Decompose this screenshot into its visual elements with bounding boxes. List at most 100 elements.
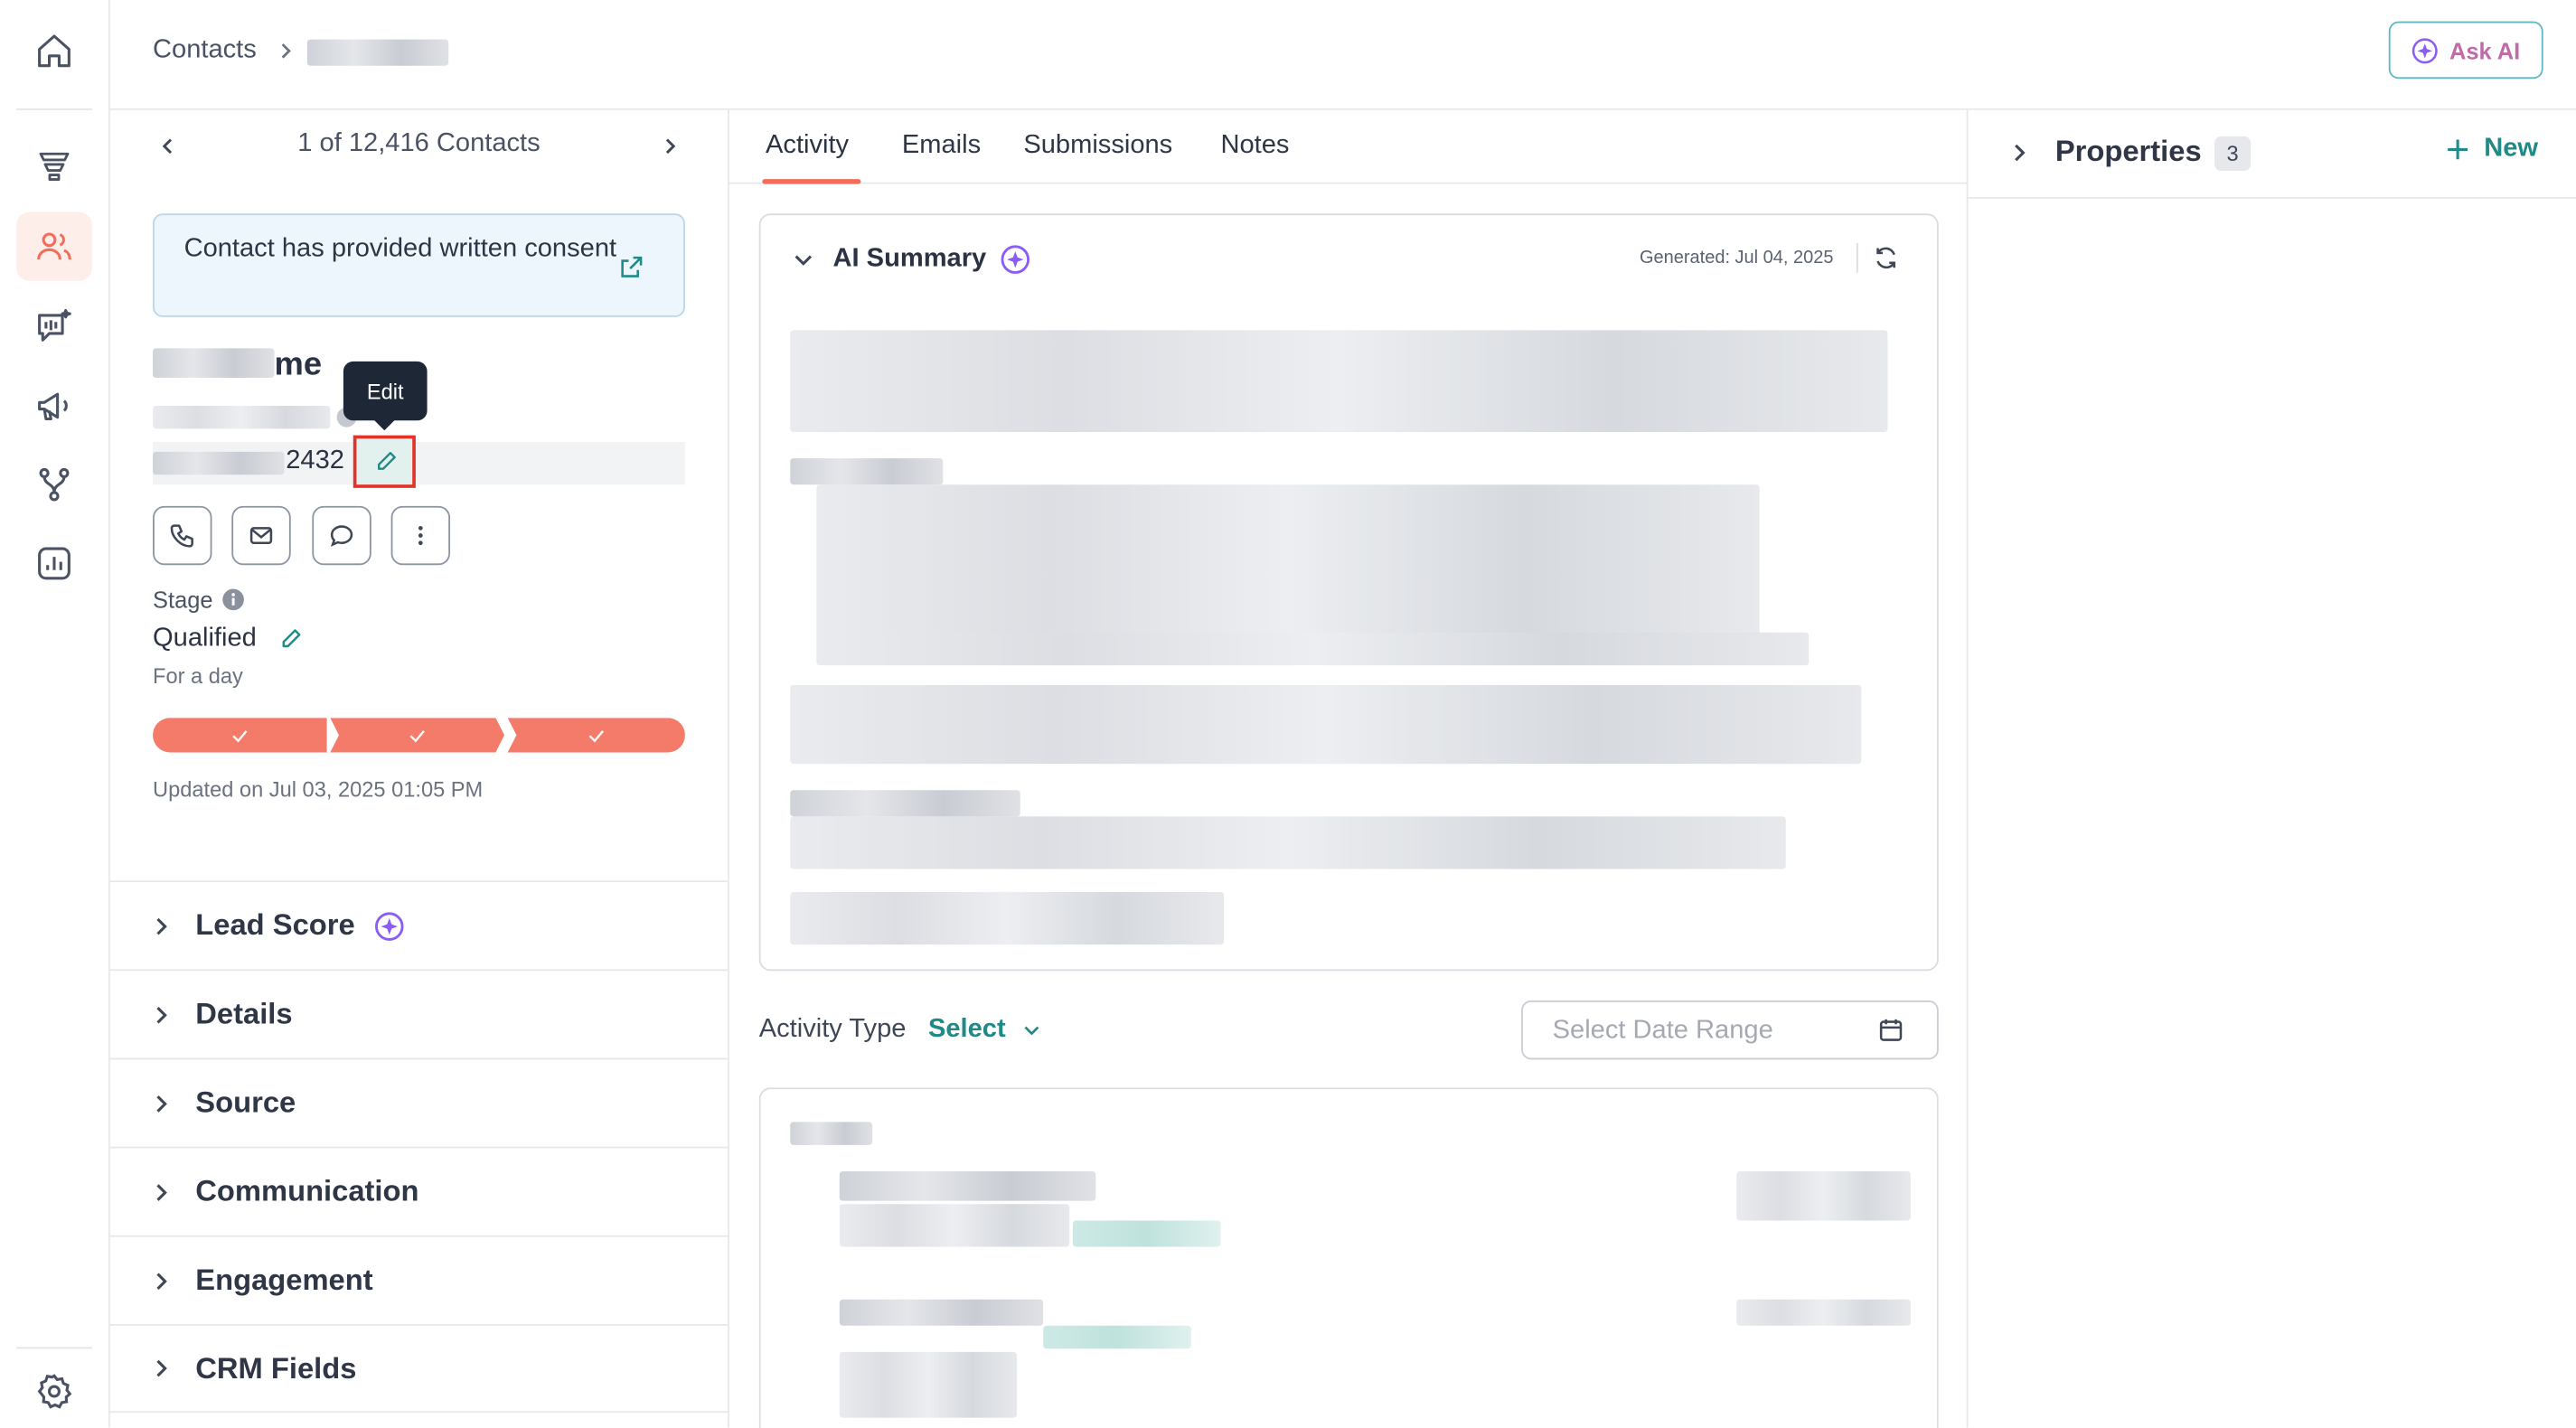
contact-phone-suffix: 2432 [286, 446, 344, 475]
new-property-label: New [2484, 135, 2539, 163]
section-communication[interactable]: Communication [109, 1146, 729, 1235]
check-icon [409, 729, 425, 742]
activity-item-tag-redacted [1072, 1220, 1221, 1247]
ai-sparkle-icon [1001, 245, 1030, 275]
funnel-icon[interactable] [16, 131, 92, 200]
refresh-icon[interactable] [1873, 245, 1899, 271]
date-range-input[interactable]: Select Date Range [1521, 1000, 1939, 1060]
stage-label: Stage [153, 586, 213, 613]
chevron-right-icon [149, 1357, 179, 1379]
edit-tooltip: Edit [343, 361, 428, 421]
chevron-right-icon [149, 914, 179, 936]
megaphone-icon[interactable] [16, 371, 92, 440]
ai-sparkle-icon [2411, 37, 2438, 63]
contact-counter: 1 of 12,416 Contacts [297, 129, 541, 158]
reports-icon[interactable] [16, 529, 92, 597]
ai-sparkle-icon [374, 911, 404, 941]
chevron-right-icon [149, 1003, 179, 1026]
conversations-ai-icon[interactable] [16, 293, 92, 362]
section-label: Communication [195, 1174, 419, 1207]
calendar-icon [1878, 1017, 1904, 1043]
ai-summary-text-redacted [790, 330, 1888, 433]
plus-icon [2445, 136, 2471, 163]
activity-item-text-redacted [839, 1204, 1070, 1247]
section-label: CRM Fields [195, 1350, 357, 1385]
external-link-icon[interactable] [619, 255, 644, 279]
activity-item-title-redacted [839, 1170, 1096, 1201]
edit-phone-button[interactable] [353, 435, 416, 488]
stage-progress-step-2 [330, 718, 505, 753]
top-header: Contacts Ask AI [109, 0, 2576, 110]
section-label: Source [195, 1085, 296, 1119]
mail-icon [248, 522, 274, 549]
workflow-icon[interactable] [16, 450, 92, 519]
email-button[interactable] [231, 505, 291, 566]
stage-value: Qualified [153, 624, 257, 653]
stage-progress-step-3 [507, 718, 685, 753]
activity-type-label: Activity Type [758, 1015, 907, 1044]
call-button[interactable] [153, 505, 212, 566]
activity-item-title-redacted [839, 1299, 1044, 1326]
properties-count-badge: 3 [2214, 136, 2252, 172]
section-source[interactable]: Source [109, 1057, 729, 1147]
stage-duration: For a day [153, 663, 243, 689]
summary-heading-redacted [790, 790, 1020, 817]
activity-type-select[interactable]: Select [928, 1015, 1042, 1045]
activity-item-time-redacted [1736, 1299, 1911, 1326]
section-crm-fields[interactable]: CRM Fields [109, 1323, 729, 1414]
tab-notes[interactable]: Notes [1220, 131, 1289, 161]
edit-tooltip-text: Edit [366, 378, 404, 404]
divider [1856, 243, 1858, 273]
contact-email-redacted [153, 405, 331, 429]
ask-ai-button[interactable]: Ask AI [2388, 21, 2543, 80]
check-icon [232, 729, 248, 742]
contact-name-suffix: me [274, 346, 323, 383]
chevron-down-icon[interactable] [792, 248, 814, 270]
ask-ai-label: Ask AI [2449, 36, 2521, 63]
tab-submissions[interactable]: Submissions [1023, 131, 1172, 161]
activity-type-select-label: Select [927, 1015, 1006, 1044]
contact-phone-redacted [153, 451, 285, 475]
activity-item-time-redacted [1736, 1170, 1911, 1221]
section-label: Lead Score [195, 908, 355, 942]
activity-list-card [758, 1087, 1939, 1428]
summary-footer-redacted [790, 891, 1225, 945]
active-tab-underline [762, 179, 861, 184]
new-property-button[interactable]: New [2445, 135, 2538, 164]
section-label: Details [195, 997, 293, 1030]
home-icon[interactable] [16, 16, 92, 85]
chevron-right-icon [149, 1180, 179, 1203]
activity-panel: Activity Emails Submissions Notes AI Sum… [729, 109, 1969, 1428]
breadcrumb-contacts[interactable]: Contacts [153, 36, 257, 66]
consent-text: Contact has provided written consent [183, 234, 617, 263]
tab-emails[interactable]: Emails [902, 131, 981, 161]
tab-activity[interactable]: Activity [766, 131, 849, 161]
edit-stage-pencil-icon[interactable] [279, 627, 302, 650]
stage-progress-step-1 [153, 718, 327, 753]
info-icon[interactable] [221, 588, 244, 611]
contacts-icon[interactable] [16, 211, 92, 281]
summary-heading-redacted [790, 458, 944, 485]
summary-bullets-redacted [816, 484, 1760, 643]
summary-bullet-redacted [790, 816, 1786, 869]
more-actions-button[interactable] [390, 505, 451, 566]
contact-sidebar: 1 of 12,416 Contacts Contact has provide… [109, 109, 730, 1428]
next-contact-chevron-icon[interactable] [659, 135, 682, 157]
contact-name-redacted [153, 348, 275, 379]
activity-date-redacted [790, 1122, 873, 1145]
section-lead-score[interactable]: Lead Score [109, 880, 729, 969]
updated-on-text: Updated on Jul 03, 2025 01:05 PM [153, 776, 484, 802]
check-icon [588, 729, 604, 742]
message-button[interactable] [312, 505, 371, 566]
chevron-right-icon [149, 1269, 179, 1292]
chevron-right-icon [276, 40, 296, 62]
chevron-down-icon [1022, 1020, 1042, 1040]
ai-summary-card: AI Summary Generated: Jul 04, 2025 [758, 213, 1939, 972]
settings-gear-icon[interactable] [16, 1357, 92, 1425]
chevron-right-icon[interactable] [2007, 141, 2030, 164]
ai-summary-title: AI Summary [832, 244, 987, 273]
section-label: Engagement [195, 1263, 373, 1297]
section-details[interactable]: Details [109, 969, 729, 1057]
tabs-divider [729, 182, 1967, 184]
section-engagement[interactable]: Engagement [109, 1235, 729, 1324]
